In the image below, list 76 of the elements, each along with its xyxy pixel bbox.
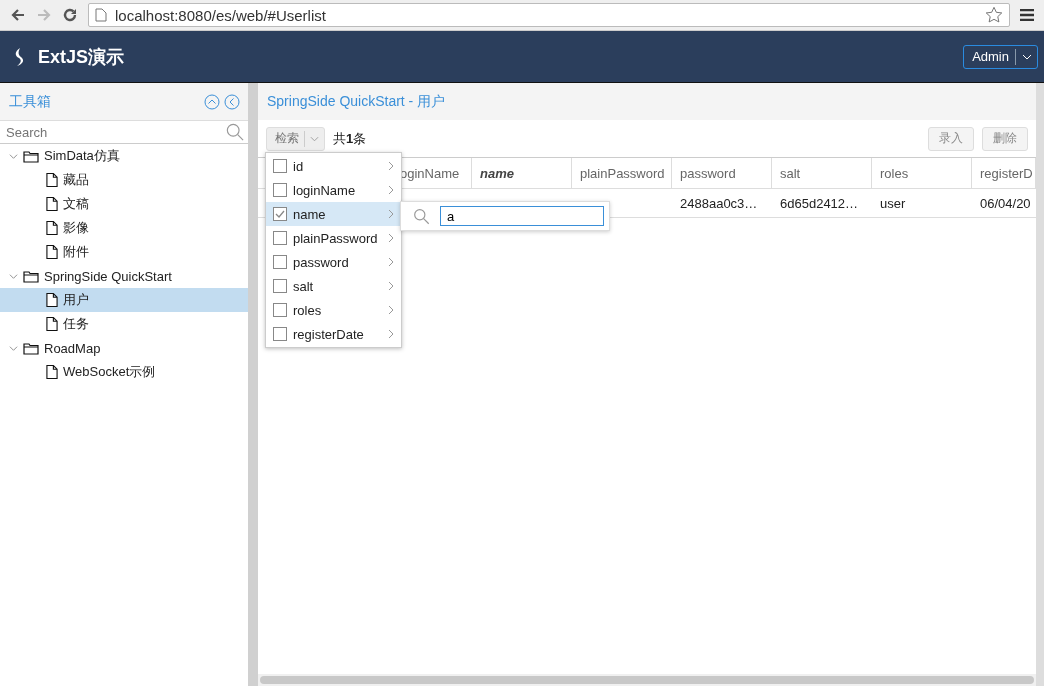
- menu-item[interactable]: plainPassword: [266, 226, 401, 250]
- column-header[interactable]: roles: [872, 158, 972, 188]
- table-cell: user: [880, 195, 906, 211]
- chevron-right-icon: [388, 329, 394, 339]
- checkbox[interactable]: [273, 303, 287, 317]
- tree-node[interactable]: 影像: [0, 216, 248, 240]
- chevron-right-icon: [388, 233, 394, 243]
- chevron-icon[interactable]: [9, 343, 18, 353]
- table-cell: 2488aa0c3…: [680, 195, 758, 211]
- collapse-left-icon[interactable]: [224, 93, 240, 110]
- document-icon: [46, 244, 58, 260]
- column-header[interactable]: password: [672, 158, 772, 188]
- chevron-icon[interactable]: [9, 271, 18, 281]
- reload-icon[interactable]: [62, 7, 78, 23]
- tree-node[interactable]: 任务: [0, 312, 248, 336]
- chevron-right-icon: [388, 305, 394, 315]
- user-menu-button[interactable]: Admin: [963, 44, 1038, 69]
- checkbox[interactable]: [273, 183, 287, 197]
- chevron-right-icon: [388, 161, 394, 171]
- chevron-down-icon: [1022, 53, 1032, 60]
- checkbox[interactable]: [273, 255, 287, 269]
- search-icon[interactable]: [226, 123, 244, 141]
- tree-node[interactable]: 文稿: [0, 192, 248, 216]
- column-header[interactable]: name: [472, 158, 572, 188]
- tree-node[interactable]: RoadMap: [0, 336, 248, 360]
- folder-icon: [23, 149, 39, 163]
- chevron-right-icon: [388, 257, 394, 267]
- column-header[interactable]: salt: [772, 158, 872, 188]
- filter-input[interactable]: a: [440, 206, 604, 226]
- menu-icon[interactable]: [1020, 9, 1034, 21]
- record-count: 共1条: [333, 129, 367, 148]
- folder-icon: [23, 341, 39, 355]
- address-bar[interactable]: localhost:8080/es/web/#Userlist: [88, 3, 1010, 27]
- checkbox[interactable]: [273, 327, 287, 341]
- checkbox[interactable]: [273, 159, 287, 173]
- chevron-down-icon: [310, 135, 319, 142]
- search-field[interactable]: Search: [0, 124, 226, 140]
- document-icon: [46, 172, 58, 188]
- tree-node[interactable]: 用户: [0, 288, 248, 312]
- menu-item[interactable]: password: [266, 250, 401, 274]
- tree-node[interactable]: SpringSide QuickStart: [0, 264, 248, 288]
- chevron-right-icon: [388, 185, 394, 195]
- scrollbar-thumb[interactable]: [260, 676, 1034, 684]
- document-icon: [46, 220, 58, 236]
- menu-item[interactable]: salt: [266, 274, 401, 298]
- tree-node[interactable]: 附件: [0, 240, 248, 264]
- star-icon[interactable]: [985, 6, 1003, 24]
- collapse-up-icon[interactable]: [204, 93, 220, 110]
- document-icon: [46, 196, 58, 212]
- sidebar-title: 工具箱: [9, 92, 52, 111]
- panel-title: SpringSide QuickStart - 用户: [258, 83, 1036, 120]
- chevron-right-icon: [388, 281, 394, 291]
- menu-item[interactable]: registerDate: [266, 322, 401, 346]
- document-icon: [46, 292, 58, 308]
- chevron-icon[interactable]: [9, 151, 18, 161]
- checkbox[interactable]: [273, 207, 287, 221]
- document-icon: [46, 364, 58, 380]
- document-icon: [46, 316, 58, 332]
- table-cell: 06/04/20: [980, 195, 1031, 211]
- folder-icon: [23, 269, 39, 283]
- column-header[interactable]: plainPassword: [572, 158, 672, 188]
- page-icon: [95, 8, 107, 22]
- table-cell: 6d65d2412…: [780, 195, 859, 211]
- search-dropdown-button[interactable]: 检索: [266, 126, 325, 151]
- menu-item[interactable]: name: [266, 202, 401, 226]
- back-icon[interactable]: [10, 7, 26, 23]
- checkbox[interactable]: [273, 231, 287, 245]
- tree-node[interactable]: WebSocket示例: [0, 360, 248, 384]
- chevron-right-icon: [388, 209, 394, 219]
- toolbar-button[interactable]: 删除: [982, 126, 1028, 151]
- tree-node[interactable]: 藏品: [0, 168, 248, 192]
- tree-node[interactable]: SimData仿真: [0, 144, 248, 168]
- checkbox[interactable]: [273, 279, 287, 293]
- menu-item[interactable]: roles: [266, 298, 401, 322]
- search-icon: [413, 207, 430, 225]
- app-title: ExtJS演示: [38, 45, 126, 69]
